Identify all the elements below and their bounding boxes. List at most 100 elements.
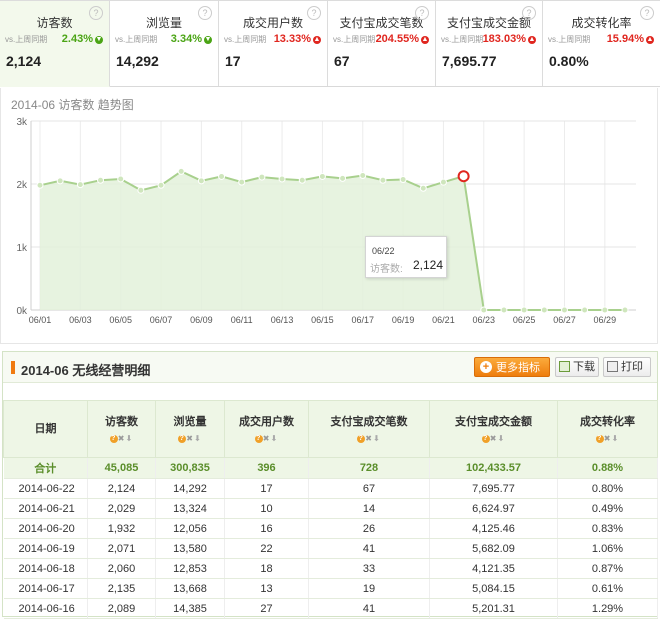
data-point (419, 184, 427, 192)
data-point-highlight (457, 170, 470, 183)
col-buyers[interactable]: 成交用户数 ?✖⬇ (224, 400, 309, 458)
printer-icon (607, 361, 618, 372)
table-row: 2014-06-18 2,060 12,853 18 33 4,121.35 0.87% (3, 558, 658, 579)
data-point (97, 176, 105, 184)
sort-down-icon: ⬇ (373, 434, 381, 443)
x-tick-label: 06/03 (69, 315, 92, 325)
x-tick-label: 06/11 (231, 315, 253, 325)
sort-down-icon: ⬇ (497, 434, 506, 443)
remove-icon: ✖ (365, 434, 373, 443)
compare-label: vs.上周同期 (333, 35, 376, 44)
tooltip-value: 2,124 (413, 258, 444, 272)
data-point (601, 306, 609, 314)
x-tick-label: 06/23 (473, 315, 496, 325)
help-icon[interactable]: ? (415, 6, 429, 20)
col-alipay-orders[interactable]: 支付宝成交笔数 ?✖⬇ (308, 400, 430, 458)
metric-tab-visitors[interactable]: 访客数 ? vs.上周同期 2.43% ▼ 2,124 (0, 0, 110, 87)
data-point (540, 306, 548, 314)
remove-icon: ✖ (603, 434, 612, 443)
arrow-up-icon: ▲ (528, 36, 536, 44)
metric-tab-conversion[interactable]: 成交转化率 ? vs.上周同期 15.94% ▲ 0.80% (543, 0, 660, 86)
data-point (379, 176, 387, 184)
help-icon[interactable]: ? (198, 6, 212, 20)
help-icon: ? (481, 434, 490, 443)
metric-tab-pageviews[interactable]: 浏览量 ? vs.上周同期 3.34% ▼ 14,292 (110, 0, 219, 86)
summary-label: 合计 (3, 457, 88, 479)
data-point (56, 177, 64, 185)
chart-tooltip: 06/22 访客数: 2,124 (365, 236, 447, 278)
panel-header: 2014-06 无线经营明细 + 更多指标 下载 打印 (3, 352, 657, 383)
col-visitors[interactable]: 访客数 ?✖⬇ (87, 400, 156, 458)
panel-title: 2014-06 无线经营明细 (21, 363, 151, 378)
col-date[interactable]: 日期 (3, 400, 88, 458)
metric-tabs: 访客数 ? vs.上周同期 2.43% ▼ 2,124 浏览量 ? vs.上周同期… (0, 0, 660, 87)
metric-tab-buyers[interactable]: 成交用户数 ? vs.上周同期 13.33% ▲ 17 (219, 0, 328, 86)
data-point (581, 306, 589, 314)
compare-label: vs.上周同期 (548, 35, 591, 44)
data-point (117, 175, 125, 183)
help-icon[interactable]: ? (522, 6, 536, 20)
arrow-up-icon: ▲ (646, 36, 654, 44)
chart-plot[interactable]: 0k 1k 2k 3k 06/01 06/03 06/05 06/07 06/09 06/11 06… (1, 88, 659, 344)
help-icon: ? (595, 434, 604, 443)
arrow-down-icon: ▼ (95, 36, 103, 44)
table-row: 2014-06-19 2,071 13,580 22 41 5,682.09 1.06% (3, 538, 658, 559)
x-tick-label: 06/05 (109, 315, 132, 325)
help-icon[interactable]: ? (307, 6, 321, 20)
trend-chart: 2014-06 访客数 趋势图 0k 1k 2k 3k 06/01 06/03 06/05 0… (0, 88, 658, 344)
table-row: 2014-06-17 2,135 13,668 13 19 5,084.15 0.61% (3, 578, 658, 599)
help-icon[interactable]: ? (640, 6, 654, 20)
arrow-up-icon: ▲ (313, 36, 321, 44)
x-tick-label: 06/21 (432, 315, 455, 325)
arrow-up-icon: ▲ (421, 36, 429, 44)
x-tick-label: 06/09 (190, 315, 213, 325)
x-tick-label: 06/01 (29, 315, 52, 325)
x-tick-label: 06/27 (553, 315, 576, 325)
data-point (500, 306, 508, 314)
more-metrics-button[interactable]: + 更多指标 (474, 357, 550, 377)
tooltip-date: 06/22 (372, 246, 395, 256)
compare-label: vs.上周同期 (441, 35, 484, 44)
detail-table: 日期 访客数 ?✖⬇ 浏览量 ?✖⬇ 成交用户数 ?✖⬇ 支付宝成交笔数 ?✖⬇ 支付宝… (3, 400, 658, 619)
metric-value: 7,695.77 (442, 53, 497, 69)
remove-icon: ✖ (117, 434, 126, 443)
metric-change: 15.94% ▲ (606, 33, 654, 45)
y-tick-label: 0k (16, 306, 28, 317)
remove-icon: ✖ (186, 434, 194, 443)
table-header-row: 日期 访客数 ?✖⬇ 浏览量 ?✖⬇ 成交用户数 ?✖⬇ 支付宝成交笔数 ?✖⬇ 支付宝… (3, 400, 658, 458)
metric-change: 204.55% ▲ (375, 33, 429, 45)
data-point (298, 176, 306, 184)
x-tick-label: 06/17 (351, 315, 374, 325)
metric-change: 13.33% ▲ (273, 33, 321, 45)
data-point (238, 178, 246, 186)
series-area (40, 171, 625, 310)
summary-cell: 45,085 (87, 457, 156, 479)
data-point (197, 177, 205, 185)
sort-down-icon: ⬇ (125, 434, 134, 443)
title-marker (11, 361, 15, 374)
sort-down-icon: ⬇ (194, 434, 202, 443)
table-row: 2014-06-22 2,124 14,292 17 67 7,695.77 0.80% (3, 478, 658, 499)
col-pageviews[interactable]: 浏览量 ?✖⬇ (155, 400, 225, 458)
data-point (278, 175, 286, 183)
metric-tab-alipay-amount[interactable]: 支付宝成交金额 ? vs.上周同期 183.03% ▲ 7,695.77 (436, 0, 543, 86)
help-icon[interactable]: ? (89, 6, 103, 20)
metric-tab-alipay-orders[interactable]: 支付宝成交笔数 ? vs.上周同期 204.55% ▲ 67 (328, 0, 436, 86)
remove-icon: ✖ (262, 434, 271, 443)
col-alipay-amount[interactable]: 支付宝成交金额 ?✖⬇ (429, 400, 558, 458)
remove-icon: ✖ (489, 434, 498, 443)
data-point (76, 181, 84, 189)
metric-value: 2,124 (6, 53, 42, 69)
summary-row: 合计 45,085 300,835 396 728 102,433.57 0.8… (3, 457, 658, 479)
download-button[interactable]: 下载 (555, 357, 599, 377)
y-tick-label: 1k (16, 243, 28, 254)
table-row: 2014-06-16 2,089 14,385 27 41 5,201.31 1.29% (3, 598, 658, 619)
print-button[interactable]: 打印 (603, 357, 651, 377)
col-conversion[interactable]: 成交转化率 ?✖⬇ (557, 400, 658, 458)
x-tick-label: 06/13 (271, 315, 294, 325)
data-point (157, 181, 165, 189)
compare-label: vs.上周同期 (224, 35, 267, 44)
metric-change: 2.43% ▼ (61, 33, 103, 45)
data-point (258, 173, 266, 181)
y-tick-label: 3k (16, 117, 28, 128)
